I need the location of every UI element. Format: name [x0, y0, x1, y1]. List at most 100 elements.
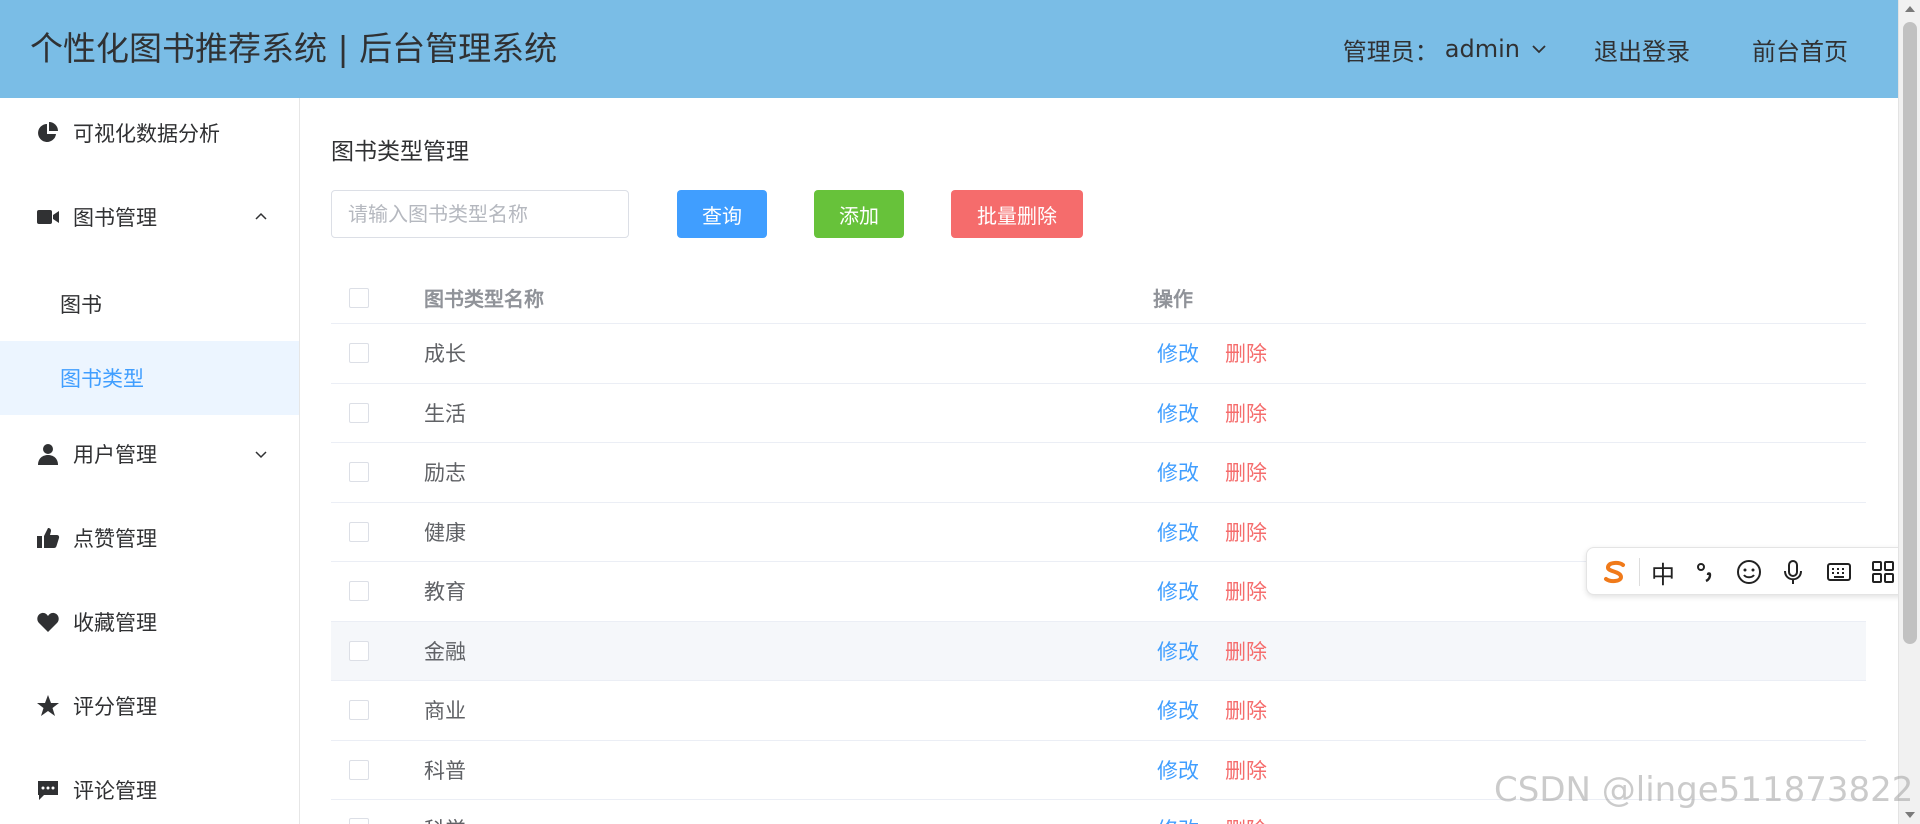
- sidebar-item-label: 评分管理: [73, 695, 157, 719]
- row-type-name: 励志: [424, 461, 466, 486]
- sidebar-item-favorite-management[interactable]: 收藏管理: [0, 588, 299, 656]
- chevron-up-icon: [255, 212, 267, 220]
- microphone-icon[interactable]: [1779, 558, 1807, 586]
- sidebar-item-label: 点赞管理: [73, 527, 157, 551]
- pie-chart-icon: [38, 122, 58, 142]
- sidebar-item-user-management[interactable]: 用户管理: [0, 420, 299, 488]
- user-icon: [38, 444, 58, 465]
- admin-label: 管理员：: [1342, 37, 1439, 66]
- sogou-logo-icon[interactable]: [1601, 558, 1629, 586]
- ime-toolbar: 中: [1586, 547, 1910, 595]
- star-icon: [37, 695, 59, 716]
- row-type-name: 教育: [424, 580, 466, 605]
- search-input[interactable]: [331, 190, 629, 238]
- comment-icon: [38, 781, 58, 800]
- top-header: 个性化图书推荐系统 | 后台管理系统 管理员： admin 退出登录 前台首页: [0, 0, 1898, 98]
- emoji-icon[interactable]: [1735, 558, 1763, 586]
- main-content: 图书类型管理 查询 添加 批量删除 图书类型名称 操作 成长 修改 删除 生活 …: [300, 98, 1898, 824]
- table-row: 商业 修改 删除: [331, 681, 1866, 741]
- watermark: CSDN @linge511873822: [1494, 770, 1914, 810]
- delete-link[interactable]: 删除: [1225, 681, 1267, 740]
- row-type-name: 生活: [424, 401, 466, 426]
- edit-link[interactable]: 修改: [1157, 443, 1199, 502]
- table-row: 生活 修改 删除: [331, 384, 1866, 443]
- row-type-name: 科普: [424, 758, 466, 783]
- page-title: 图书类型管理: [331, 139, 469, 165]
- sidebar-item-data-analysis[interactable]: 可视化数据分析: [0, 99, 299, 167]
- delete-link[interactable]: 删除: [1225, 384, 1267, 443]
- edit-link[interactable]: 修改: [1157, 800, 1199, 824]
- sidebar-item-label: 图书: [60, 293, 102, 317]
- row-checkbox[interactable]: [349, 818, 369, 824]
- sidebar-item-label: 评论管理: [73, 779, 157, 803]
- row-checkbox[interactable]: [349, 759, 369, 780]
- row-type-name: 成长: [424, 342, 466, 367]
- sidebar-subitem-books[interactable]: 图书: [0, 267, 299, 341]
- page-scrollbar[interactable]: [1898, 0, 1920, 824]
- chevron-down-icon: [1532, 45, 1546, 54]
- delete-link[interactable]: 删除: [1225, 443, 1267, 502]
- row-checkbox[interactable]: [349, 343, 369, 364]
- table-row: 金融 修改 删除: [331, 621, 1866, 681]
- app-title: 个性化图书推荐系统 | 后台管理系统: [30, 29, 558, 68]
- row-checkbox[interactable]: [349, 700, 369, 721]
- table-header: 图书类型名称 操作: [331, 272, 1866, 324]
- table-row: 成长 修改 删除: [331, 324, 1866, 384]
- grid-apps-icon[interactable]: [1869, 558, 1897, 586]
- sidebar-item-book-management[interactable]: 图书管理: [0, 183, 299, 251]
- column-header-actions: 操作: [1153, 287, 1193, 311]
- keyboard-icon[interactable]: [1825, 558, 1853, 586]
- chevron-down-icon: [255, 451, 267, 459]
- toolbar-divider: [1639, 558, 1640, 586]
- frontend-home-link[interactable]: 前台首页: [1752, 32, 1848, 67]
- punctuation-icon[interactable]: [1691, 558, 1719, 586]
- query-button[interactable]: 查询: [677, 190, 767, 238]
- edit-link[interactable]: 修改: [1157, 562, 1199, 621]
- sidebar-item-rating-management[interactable]: 评分管理: [0, 672, 299, 740]
- edit-link[interactable]: 修改: [1157, 503, 1199, 562]
- ime-mode-toggle[interactable]: 中: [1649, 558, 1677, 589]
- delete-link[interactable]: 删除: [1225, 800, 1267, 824]
- header-right: 管理员： admin 退出登录 前台首页: [1343, 0, 1898, 98]
- video-camera-icon: [37, 210, 59, 224]
- sidebar: 可视化数据分析 图书管理 图书 图书类型 用户管理 点赞管理 收藏管理 评分管理…: [0, 98, 300, 824]
- sidebar-item-label: 可视化数据分析: [73, 122, 220, 146]
- delete-link[interactable]: 删除: [1225, 562, 1267, 621]
- row-checkbox[interactable]: [349, 640, 369, 661]
- delete-link[interactable]: 删除: [1225, 741, 1267, 800]
- row-checkbox[interactable]: [349, 462, 369, 483]
- sidebar-item-label: 用户管理: [73, 443, 157, 467]
- row-type-name: 科学: [424, 800, 466, 824]
- edit-link[interactable]: 修改: [1157, 681, 1199, 740]
- delete-link[interactable]: 删除: [1225, 503, 1267, 562]
- row-checkbox[interactable]: [349, 581, 369, 602]
- edit-link[interactable]: 修改: [1157, 324, 1199, 383]
- add-button[interactable]: 添加: [814, 190, 904, 238]
- table-row: 励志 修改 删除: [331, 443, 1866, 503]
- thumb-up-icon: [37, 528, 60, 548]
- scroll-up-arrow-icon[interactable]: [1905, 6, 1915, 12]
- select-all-checkbox[interactable]: [349, 287, 369, 308]
- row-type-name: 金融: [424, 639, 466, 664]
- sidebar-subitem-book-types[interactable]: 图书类型: [0, 341, 299, 415]
- edit-link[interactable]: 修改: [1157, 622, 1199, 681]
- row-checkbox[interactable]: [349, 521, 369, 542]
- row-type-name: 商业: [424, 699, 466, 724]
- sidebar-item-like-management[interactable]: 点赞管理: [0, 504, 299, 572]
- heart-icon: [37, 612, 59, 632]
- sidebar-item-comment-management[interactable]: 评论管理: [0, 756, 299, 824]
- admin-dropdown[interactable]: 管理员： admin: [1343, 32, 1548, 67]
- logout-link[interactable]: 退出登录: [1594, 32, 1690, 67]
- column-header-name: 图书类型名称: [424, 287, 544, 311]
- scroll-thumb[interactable]: [1903, 22, 1917, 644]
- sidebar-item-label: 图书管理: [73, 206, 157, 230]
- sidebar-item-label: 收藏管理: [73, 611, 157, 635]
- delete-link[interactable]: 删除: [1225, 622, 1267, 681]
- batch-delete-button[interactable]: 批量删除: [951, 190, 1083, 238]
- row-checkbox[interactable]: [349, 402, 369, 423]
- delete-link[interactable]: 删除: [1225, 324, 1267, 383]
- scroll-down-arrow-icon[interactable]: [1905, 812, 1915, 818]
- edit-link[interactable]: 修改: [1157, 384, 1199, 443]
- row-type-name: 健康: [424, 520, 466, 545]
- edit-link[interactable]: 修改: [1157, 741, 1199, 800]
